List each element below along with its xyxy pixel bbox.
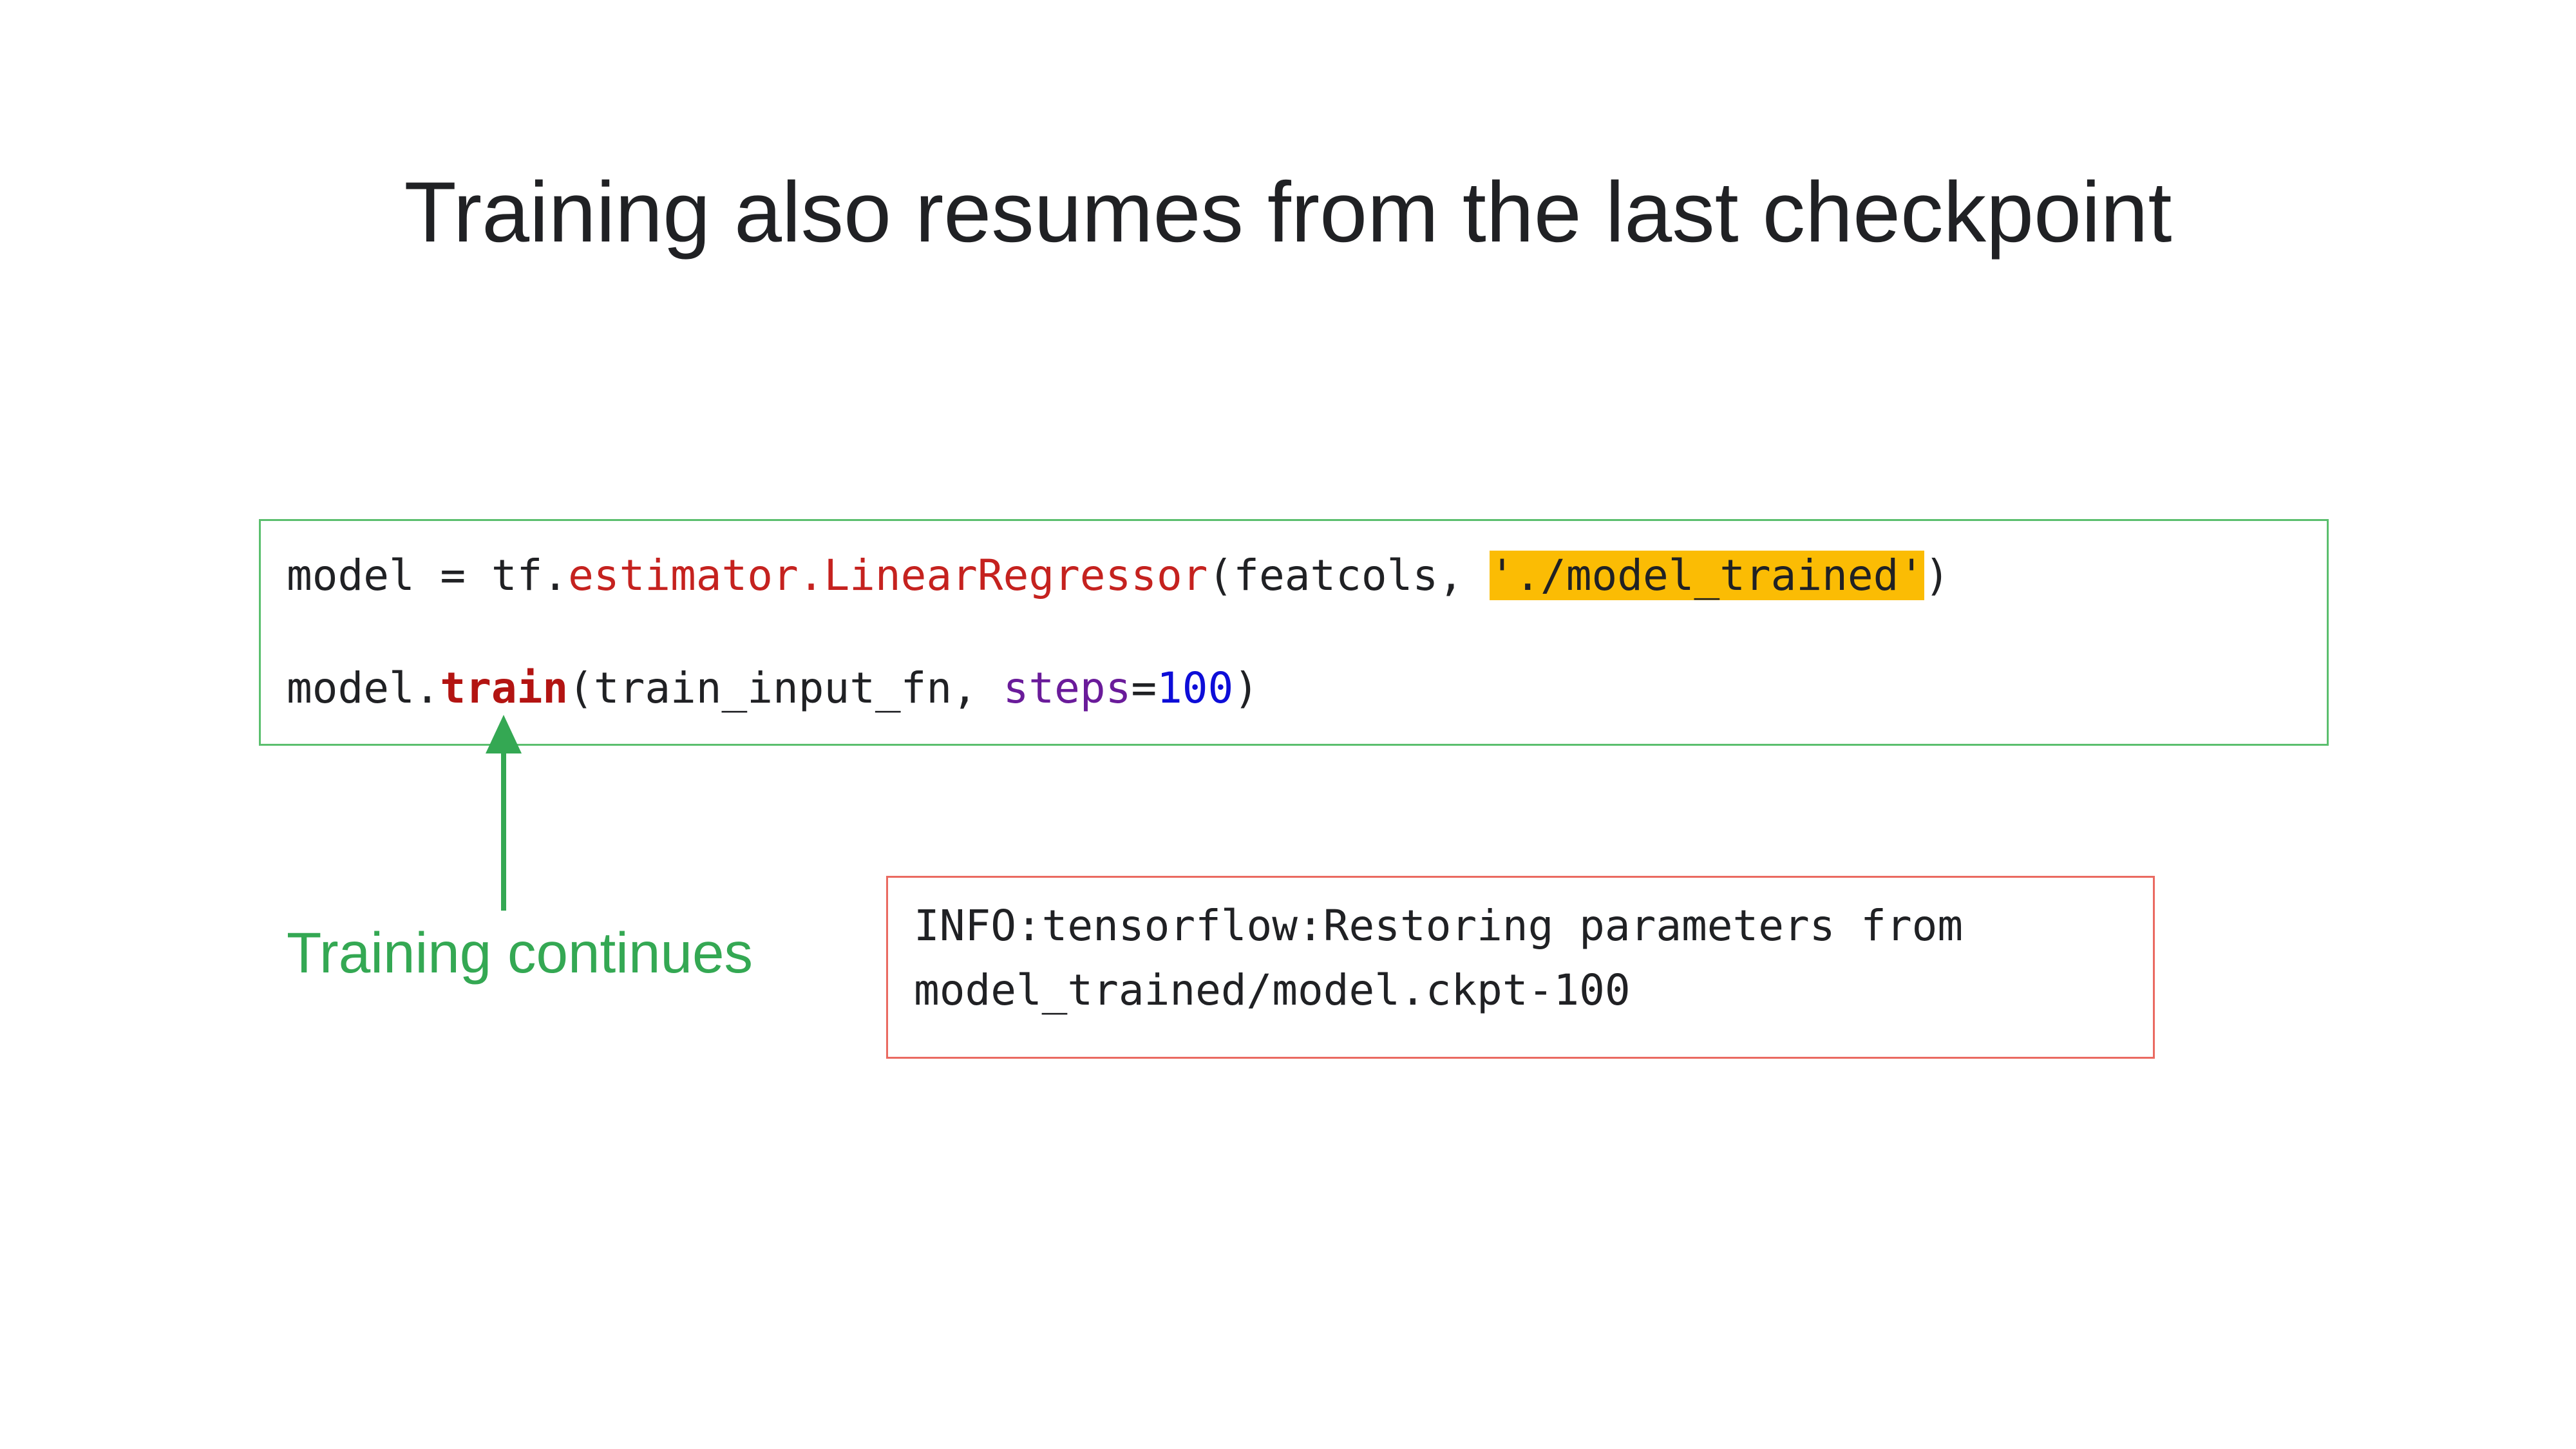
code-block: model = tf.estimator.LinearRegressor(fea… bbox=[259, 519, 2329, 746]
code-line-train: model.train(train_input_fn, steps=100) bbox=[287, 659, 1259, 717]
code-line-estimator: model = tf.estimator.LinearRegressor(fea… bbox=[287, 547, 1950, 605]
code-prefix: model. bbox=[287, 663, 440, 713]
log-line: model_trained/model.ckpt-100 bbox=[914, 965, 1631, 1015]
up-arrow-icon bbox=[486, 715, 522, 911]
code-args-open: (featcols, bbox=[1208, 551, 1490, 600]
code-args-open: (train_input_fn, bbox=[568, 663, 1003, 713]
slide-title: Training also resumes from the last chec… bbox=[404, 165, 2172, 260]
code-steps-kwarg: steps bbox=[1003, 663, 1132, 713]
training-continues-label: Training continues bbox=[287, 920, 753, 985]
code-model-dir-highlight: './model_trained' bbox=[1489, 551, 1925, 600]
code-args-close: ) bbox=[1233, 663, 1260, 713]
code-args-close: ) bbox=[1924, 551, 1950, 600]
code-estimator-call: estimator.LinearRegressor bbox=[568, 551, 1208, 600]
code-steps-value: 100 bbox=[1157, 663, 1234, 713]
log-line: INFO:tensorflow:Restoring parameters fro… bbox=[914, 901, 1964, 951]
log-output-box: INFO:tensorflow:Restoring parameters fro… bbox=[886, 876, 2155, 1059]
code-train-method: train bbox=[440, 663, 569, 713]
code-equals: = bbox=[1131, 663, 1157, 713]
code-prefix: model = tf. bbox=[287, 551, 569, 600]
